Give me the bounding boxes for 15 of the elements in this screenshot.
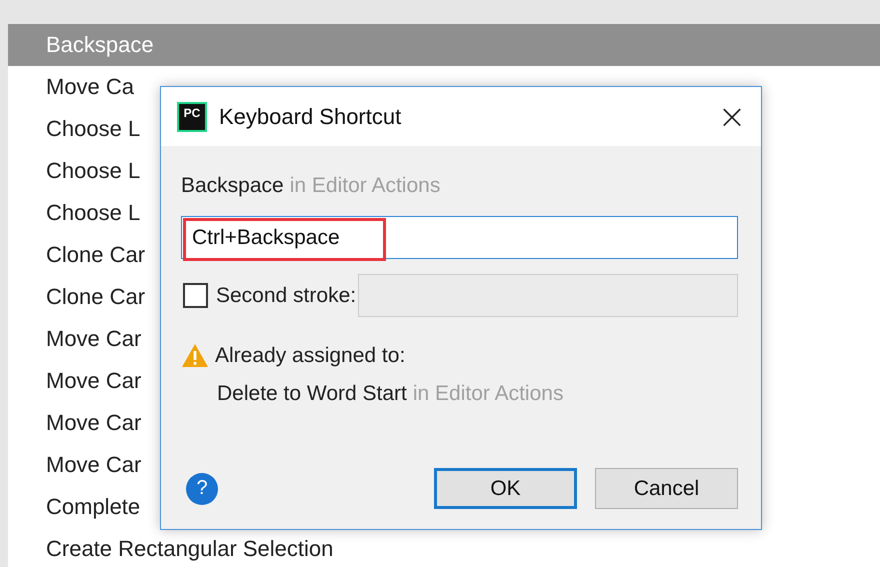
conflict-context: in Editor Actions (412, 382, 564, 406)
action-name: Backspace (181, 174, 284, 198)
checkbox[interactable] (183, 283, 208, 308)
warning-heading: Already assigned to: (215, 344, 406, 368)
shortcut-field[interactable]: Ctrl+Backspace (181, 216, 738, 259)
conflict-action: Delete to Word Start (217, 382, 407, 406)
ok-button[interactable]: OK (434, 468, 577, 509)
close-button[interactable]: × (717, 102, 747, 132)
app-logo: PC (177, 102, 207, 132)
help-button[interactable]: ? (186, 472, 218, 504)
checkbox-label: Second stroke: (216, 284, 356, 308)
action-context: in Editor Actions (290, 174, 440, 198)
warning-icon (181, 343, 209, 368)
cancel-button[interactable]: Cancel (595, 468, 738, 509)
window-title: Keyboard Shortcut (219, 104, 402, 130)
